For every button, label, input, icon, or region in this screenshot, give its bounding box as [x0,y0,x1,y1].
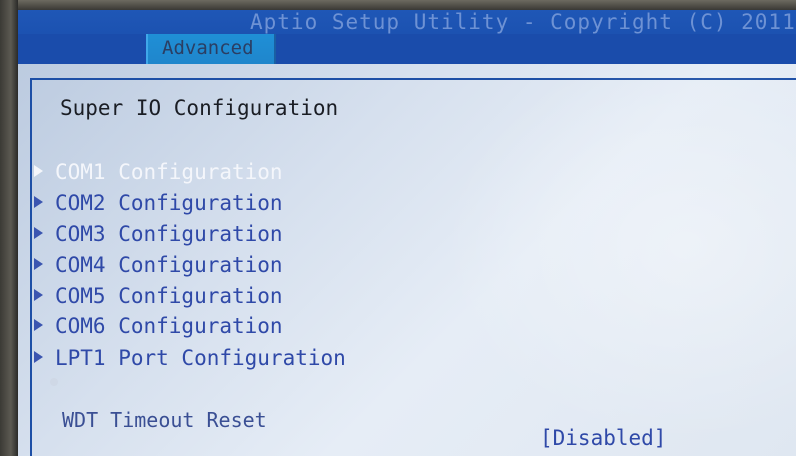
menu-item-com4[interactable]: COM4 Configuration [34,253,283,279]
page-title: Super IO Configuration [60,96,339,120]
separator-dot [50,378,58,386]
menu-item-label: LPT1 Port Configuration [55,346,346,370]
submenu-arrow-icon [34,351,43,363]
submenu-arrow-icon [34,319,43,331]
menu-item-lpt1[interactable]: LPT1 Port Configuration [34,346,346,372]
menu-item-label: COM3 Configuration [55,222,283,246]
menu-item-label: COM5 Configuration [55,284,283,308]
menu-item-label: COM6 Configuration [55,314,283,338]
menu-item-label: COM4 Configuration [55,253,283,277]
menu-item-com2[interactable]: COM2 Configuration [34,191,283,217]
menu-item-label: COM1 Configuration [55,160,283,184]
menu-item-com6[interactable]: COM6 Configuration [34,314,283,340]
menu-item-com1[interactable]: COM1 Configuration [34,160,283,186]
monitor-bezel-left [0,0,18,456]
submenu-arrow-icon [34,227,43,239]
window-title: Aptio Setup Utility - Copyright (C) 2011 [250,10,796,34]
wdt-timeout-reset-label[interactable]: WDT Timeout Reset [62,408,267,432]
submenu-arrow-icon [34,196,43,208]
submenu-arrow-icon [34,165,43,177]
monitor-bezel-top [0,0,796,10]
submenu-arrow-icon [34,258,43,270]
tab-bar: Advanced [18,34,796,64]
bios-screen: Aptio Setup Utility - Copyright (C) 2011… [0,0,796,456]
submenu-arrow-icon [34,289,43,301]
menu-item-label: COM2 Configuration [55,191,283,215]
tab-advanced[interactable]: Advanced [146,34,276,64]
wdt-timeout-reset-value[interactable]: [Disabled] [540,426,666,450]
menu-item-com3[interactable]: COM3 Configuration [34,222,283,248]
menu-item-com5[interactable]: COM5 Configuration [34,284,283,310]
tab-advanced-label: Advanced [162,37,254,59]
